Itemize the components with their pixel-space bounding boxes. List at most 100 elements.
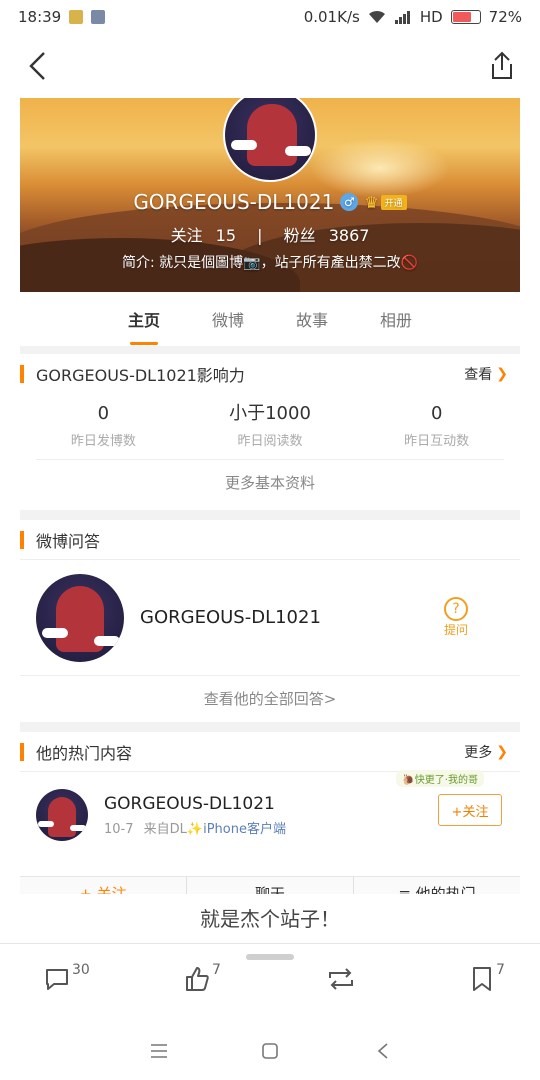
- profile-username-row: GORGEOUS-DL1021 ♂ ♛ 开通: [20, 190, 520, 214]
- home-nav-button[interactable]: [255, 1036, 285, 1066]
- qa-see-all-button[interactable]: 查看他的全部回答>: [20, 676, 520, 720]
- profile-bottom-actions: + 关注 聊天 ≡ 他的热门: [20, 876, 520, 894]
- thumbs-up-icon: [186, 967, 209, 991]
- influence-metrics: 0 昨日发博数 小于1000 昨日阅读数 0 昨日互动数: [20, 394, 520, 449]
- qa-section: 微博问答 GORGEOUS-DL1021 ? 提问 查看他的全部回答>: [20, 520, 520, 722]
- qa-header: 微博问答: [20, 520, 520, 560]
- hot-more-button[interactable]: 更多 ❯: [464, 742, 508, 762]
- qa-avatar[interactable]: [36, 573, 124, 662]
- ask-question-button[interactable]: ? 提问: [443, 597, 468, 638]
- qa-username[interactable]: GORGEOUS-DL1021: [140, 607, 321, 628]
- hot-more-label: 更多: [464, 744, 493, 761]
- sticker-decoration: 🐌快更了·我的哥: [396, 770, 484, 787]
- comment-button[interactable]: 30: [44, 962, 90, 992]
- chevron-right-icon: ❯: [496, 366, 508, 382]
- male-gender-icon: ♂: [340, 193, 359, 211]
- hot-source-client[interactable]: ✨iPhone客户端: [187, 822, 286, 837]
- hot-title: 他的热门内容: [36, 743, 133, 763]
- following-label[interactable]: 关注: [171, 226, 203, 245]
- share-button[interactable]: [484, 48, 520, 84]
- tab-albums[interactable]: 相册: [380, 301, 412, 337]
- back-button[interactable]: [20, 48, 56, 84]
- system-nav-bar: [0, 1022, 540, 1080]
- network-speed: 0.01K/s: [303, 8, 360, 26]
- metric-label: 昨日发博数: [70, 434, 136, 449]
- menu-icon: [151, 1044, 167, 1058]
- battery-percent: 72%: [488, 8, 522, 26]
- influence-view-label: 查看: [464, 367, 493, 383]
- post-caption: 就是杰个站子！: [0, 894, 540, 944]
- comment-count: 30: [72, 962, 90, 978]
- bottom-follow-button[interactable]: + 关注: [20, 877, 187, 894]
- signal-icon: [394, 11, 410, 24]
- status-bar: 18:39 0.01K/s HD 72%: [0, 0, 540, 34]
- hot-post-info: GORGEOUS-DL1021 10-7 来自DL✨iPhone客户端: [104, 794, 286, 837]
- fans-count[interactable]: 3867: [329, 226, 370, 245]
- bookmark-icon: [473, 967, 491, 991]
- menu-nav-button[interactable]: [144, 1036, 174, 1066]
- repost-icon: [329, 968, 353, 990]
- profile-tabs: 主页 微博 故事 相册: [20, 292, 520, 346]
- metric-interactions: 0 昨日互动数: [353, 400, 520, 449]
- influence-title: GORGEOUS-DL1021影响力: [36, 366, 245, 385]
- tab-weibo[interactable]: 微博: [212, 301, 244, 337]
- back-nav-button[interactable]: [368, 1036, 398, 1066]
- hot-source-prefix: 来自DL: [143, 821, 187, 837]
- embedded-screenshot: GORGEOUS-DL1021 ♂ ♛ 开通 关注 15 | 粉丝 3867 简…: [20, 98, 520, 894]
- influence-view-button[interactable]: 查看 ❯: [464, 364, 508, 384]
- metric-reads: 小于1000 昨日阅读数: [187, 400, 354, 449]
- metric-posts: 0 昨日发博数: [20, 400, 187, 449]
- bottom-hot-button[interactable]: ≡ 他的热门: [354, 877, 520, 894]
- post-action-bar: 30 7 7: [0, 960, 540, 1006]
- hot-section: 他的热门内容 更多 ❯ 🐌快更了·我的哥 GORGEOUS-DL1021 10-…: [20, 732, 520, 882]
- question-icon: ?: [443, 597, 468, 621]
- profile-cover: GORGEOUS-DL1021 ♂ ♛ 开通 关注 15 | 粉丝 3867 简…: [20, 98, 520, 292]
- hot-post-row[interactable]: 🐌快更了·我的哥 GORGEOUS-DL1021 10-7 来自DL✨iPhon…: [20, 770, 520, 858]
- share-icon: [492, 51, 512, 79]
- more-info-button[interactable]: 更多基本资料: [36, 459, 504, 505]
- back-triangle-icon: [377, 1043, 388, 1059]
- like-count: 7: [212, 962, 221, 978]
- qa-row: GORGEOUS-DL1021 ? 提问: [20, 560, 520, 676]
- influence-section: GORGEOUS-DL1021影响力 查看 ❯ 0 昨日发博数 小于1000 昨…: [20, 354, 520, 510]
- crown-icon: ♛: [364, 192, 379, 212]
- favorite-count: 7: [496, 962, 505, 978]
- profile-stats: 关注 15 | 粉丝 3867: [20, 222, 520, 246]
- like-button[interactable]: 7: [184, 962, 221, 992]
- hot-username[interactable]: GORGEOUS-DL1021: [104, 794, 286, 814]
- fans-label[interactable]: 粉丝: [284, 226, 316, 245]
- bottom-chat-button[interactable]: 聊天: [187, 877, 354, 894]
- hd-label: HD: [419, 8, 443, 26]
- ask-label: 提问: [443, 623, 468, 637]
- top-bar: [0, 34, 540, 98]
- vip-badge[interactable]: ♛ 开通: [364, 192, 407, 212]
- hot-header: 他的热门内容 更多 ❯: [20, 732, 520, 772]
- metric-label: 昨日阅读数: [237, 434, 303, 449]
- profile-bio: 简介: 就只是個圖博📷，站子所有產出禁二改🚫: [121, 255, 419, 271]
- chevron-left-icon: [29, 52, 45, 80]
- profile-username: GORGEOUS-DL1021: [133, 190, 335, 214]
- tab-stories[interactable]: 故事: [296, 301, 328, 337]
- comment-icon: [46, 969, 68, 990]
- follow-button[interactable]: +关注: [438, 794, 502, 826]
- hot-avatar[interactable]: [36, 789, 88, 841]
- profile-avatar[interactable]: [223, 98, 317, 182]
- metric-value: 0: [430, 403, 443, 424]
- home-square-icon: [262, 1043, 278, 1059]
- qa-title: 微博问答: [36, 531, 101, 551]
- following-count[interactable]: 15: [216, 226, 236, 245]
- metric-value: 0: [97, 403, 110, 424]
- status-time: 18:39: [18, 8, 62, 26]
- metric-value: 小于1000: [229, 403, 311, 424]
- stats-divider: |: [257, 226, 263, 245]
- hot-meta: 10-7 来自DL✨iPhone客户端: [104, 818, 286, 837]
- repost-button[interactable]: [326, 966, 356, 992]
- message-notification-icon: [91, 10, 106, 24]
- influence-header: GORGEOUS-DL1021影响力 查看 ❯: [20, 354, 520, 394]
- app-notification-icon: [69, 10, 84, 24]
- battery-icon: [450, 10, 481, 24]
- tab-home[interactable]: 主页: [128, 301, 160, 345]
- favorite-button[interactable]: 7: [470, 962, 505, 992]
- metric-label: 昨日互动数: [404, 434, 470, 449]
- vip-tag: 开通: [380, 194, 407, 210]
